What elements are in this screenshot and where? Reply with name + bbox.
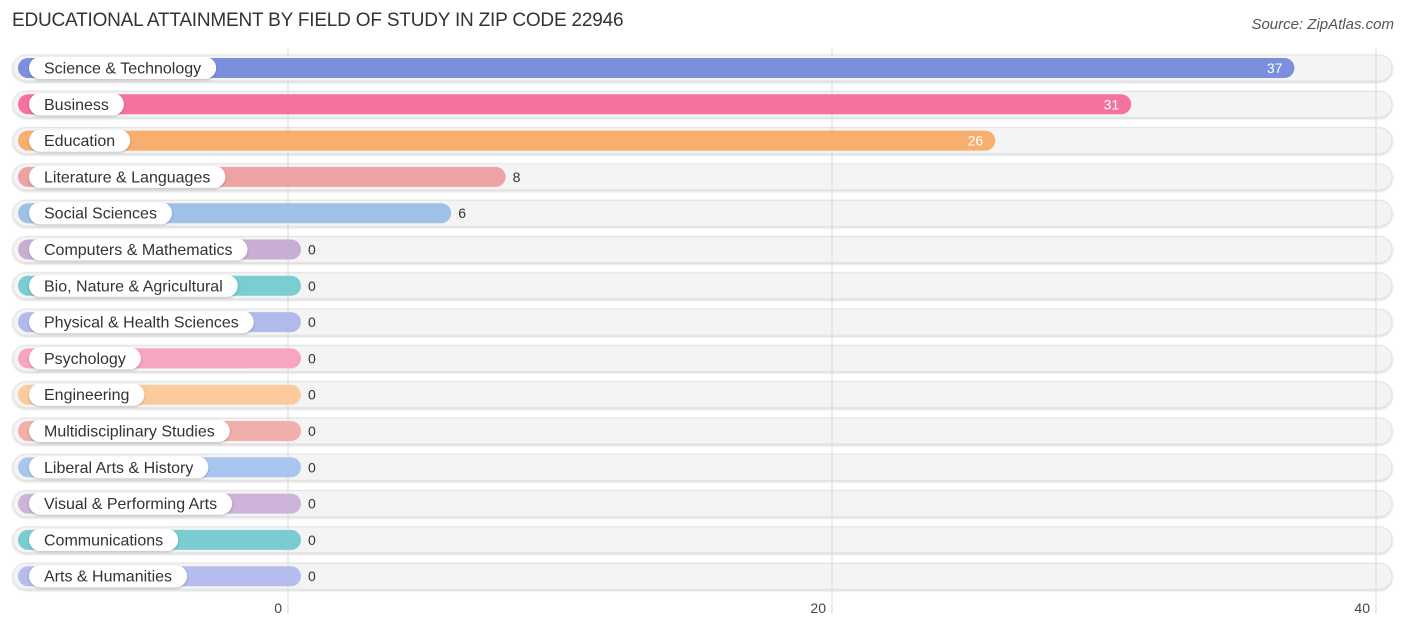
value-label: 0 bbox=[308, 314, 316, 330]
category-label: Communications bbox=[44, 532, 163, 549]
category-label: Science & Technology bbox=[44, 61, 201, 78]
value-label: 0 bbox=[308, 278, 316, 294]
category-label: Arts & Humanities bbox=[44, 569, 172, 586]
x-tick-label: 0 bbox=[274, 600, 282, 616]
bar-chart: Science & Technology 37 Business 31 Educatio… bbox=[12, 48, 1393, 616]
value-label: 6 bbox=[458, 205, 466, 221]
category-label: Multidisciplinary Studies bbox=[44, 424, 215, 441]
bar-row: Education 26 bbox=[18, 129, 996, 152]
value-label: 0 bbox=[308, 459, 316, 475]
value-label: 31 bbox=[1104, 96, 1120, 112]
category-label: Business bbox=[44, 97, 109, 114]
category-label: Education bbox=[44, 133, 115, 150]
category-label: Psychology bbox=[44, 351, 126, 368]
bar-row: Liberal Arts & History 0 bbox=[18, 456, 316, 479]
bar-row: Physical & Health Sciences 0 bbox=[18, 311, 316, 334]
value-label: 0 bbox=[308, 350, 316, 366]
value-label: 37 bbox=[1267, 60, 1283, 76]
bar-row: Science & Technology 37 bbox=[18, 57, 1295, 79]
category-label: Physical & Health Sciences bbox=[44, 315, 239, 332]
category-label: Engineering bbox=[44, 387, 129, 404]
category-label: Social Sciences bbox=[44, 206, 157, 223]
value-label: 26 bbox=[968, 133, 984, 149]
category-label: Computers & Mathematics bbox=[44, 242, 233, 259]
bar bbox=[18, 94, 1132, 115]
x-tick-label: 40 bbox=[1354, 600, 1370, 616]
bar-row: Engineering 0 bbox=[18, 383, 316, 406]
bar-row: Literature & Languages 8 bbox=[18, 165, 521, 188]
x-tick-label: 20 bbox=[810, 600, 826, 616]
value-label: 0 bbox=[308, 423, 316, 439]
value-label: 0 bbox=[308, 496, 316, 512]
bar-row: Psychology 0 bbox=[18, 347, 316, 370]
bar-row: Multidisciplinary Studies 0 bbox=[18, 420, 316, 442]
bar-row: Business 31 bbox=[18, 93, 1132, 116]
value-label: 8 bbox=[513, 169, 521, 185]
bar-row: Bio, Nature & Agricultural 0 bbox=[18, 274, 316, 297]
value-label: 0 bbox=[308, 242, 316, 258]
bar-row: Computers & Mathematics 0 bbox=[18, 238, 316, 261]
bar-row: Visual & Performing Arts 0 bbox=[18, 492, 316, 515]
category-label: Visual & Performing Arts bbox=[44, 496, 217, 513]
category-label: Liberal Arts & History bbox=[44, 460, 193, 477]
value-label: 0 bbox=[308, 387, 316, 403]
bar-row: Social Sciences 6 bbox=[18, 202, 466, 225]
category-label: Bio, Nature & Agricultural bbox=[44, 278, 223, 295]
category-label: Literature & Languages bbox=[44, 169, 210, 186]
bar-row: Communications 0 bbox=[18, 528, 316, 551]
value-label: 0 bbox=[308, 568, 316, 584]
bar bbox=[18, 130, 996, 151]
value-label: 0 bbox=[308, 532, 316, 548]
bar-row: Arts & Humanities 0 bbox=[18, 565, 316, 588]
